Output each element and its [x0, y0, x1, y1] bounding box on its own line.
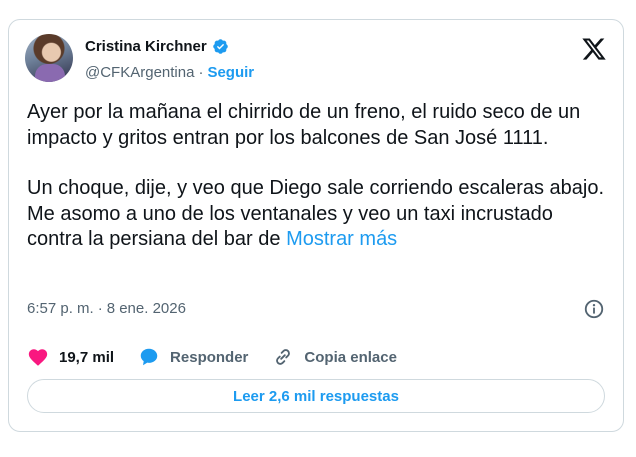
avatar[interactable]: [25, 34, 73, 82]
copy-link-label: Copia enlace: [304, 348, 397, 366]
author-row: Cristina Kirchner: [85, 38, 229, 55]
like-button[interactable]: 19,7 mil: [27, 346, 114, 368]
tweet-paragraph: Un choque, dije, y veo que Diego sale co…: [27, 177, 605, 250]
copy-link-button[interactable]: Copia enlace: [272, 346, 397, 368]
info-icon[interactable]: [583, 298, 605, 320]
heart-icon: [28, 349, 48, 366]
tweet-time[interactable]: 6:57 p. m.: [27, 300, 94, 317]
link-icon: [276, 349, 291, 365]
tweet-card: Cristina Kirchner @CFKArgentina · Seguir…: [8, 19, 624, 432]
reply-label: Responder: [170, 348, 249, 366]
tweet-paragraph: Ayer por la mañana el chirrido de un fre…: [27, 101, 581, 149]
tweet-date[interactable]: 8 ene. 2026: [107, 300, 186, 317]
separator-dot: ·: [97, 300, 103, 317]
verified-badge-icon: [212, 39, 228, 54]
author-name[interactable]: Cristina Kirchner: [85, 38, 207, 55]
author-handle[interactable]: @CFKArgentina: [85, 64, 194, 81]
action-bar: 19,7 mil Responder Copia enlace: [27, 346, 421, 368]
show-more-link[interactable]: Mostrar más: [286, 228, 397, 250]
follow-button[interactable]: Seguir: [207, 64, 254, 81]
read-replies-button[interactable]: Leer 2,6 mil respuestas: [27, 379, 605, 413]
timestamp[interactable]: 6:57 p. m. · 8 ene. 2026: [27, 300, 186, 317]
reply-button[interactable]: Responder: [138, 346, 248, 368]
handle-row: @CFKArgentina · Seguir: [85, 64, 254, 81]
x-logo-icon[interactable]: [581, 36, 607, 62]
tweet-text: Ayer por la mañana el chirrido de un fre…: [27, 100, 607, 253]
separator-dot: ·: [198, 64, 204, 81]
reply-bubble-icon: [140, 348, 158, 366]
like-count: 19,7 mil: [59, 348, 115, 366]
